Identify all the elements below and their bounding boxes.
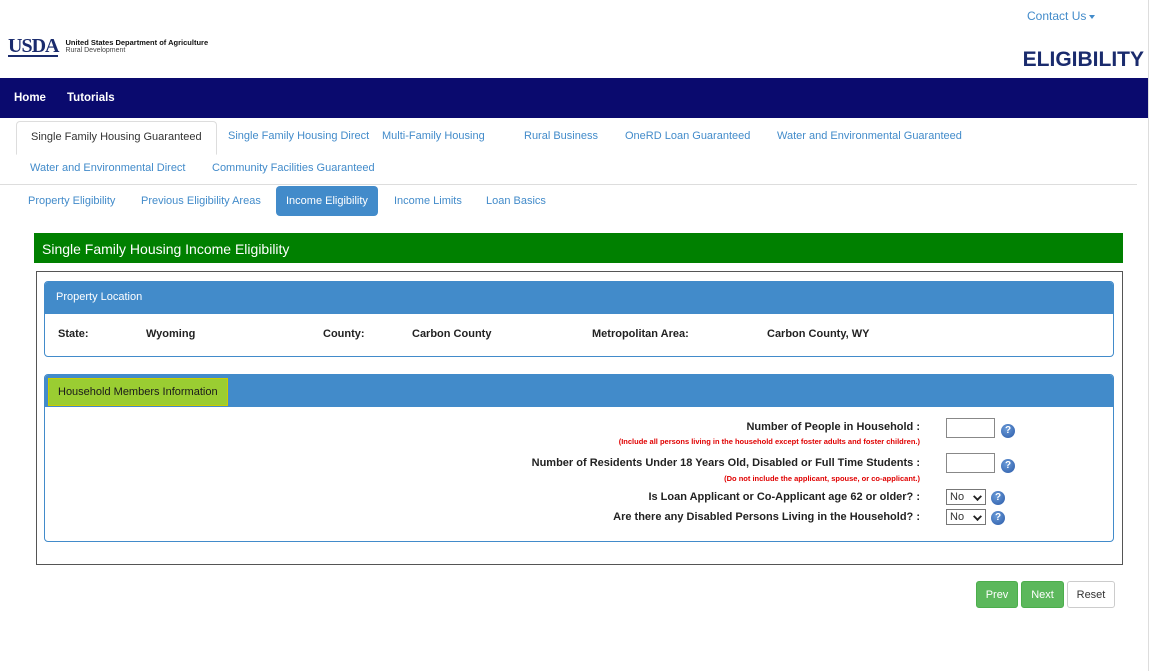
tab-sfh-direct[interactable]: Single Family Housing Direct xyxy=(228,130,369,142)
nav-tutorials[interactable]: Tutorials xyxy=(67,92,115,104)
tab-previous-eligibility[interactable]: Previous Eligibility Areas xyxy=(141,195,261,207)
county-label: County: xyxy=(323,328,365,340)
dependents-input[interactable] xyxy=(946,453,995,473)
agency-name-line2: Rural Development xyxy=(65,47,126,54)
usda-logo[interactable]: USDA United States Department of Agricul… xyxy=(8,35,208,57)
metro-value: Carbon County, WY xyxy=(767,328,870,340)
tab-income-eligibility[interactable]: Income Eligibility xyxy=(276,186,378,216)
dependents-label: Number of Residents Under 18 Years Old, … xyxy=(531,457,920,469)
chevron-down-icon xyxy=(973,492,982,501)
help-icon[interactable]: ? xyxy=(991,511,1005,525)
page-border xyxy=(1148,0,1149,671)
tab-water-env-guaranteed[interactable]: Water and Environmental Guaranteed xyxy=(777,130,962,142)
page-title: Single Family Housing Income Eligibility xyxy=(34,233,1123,263)
agency-name-line1: United States Department of Agriculture xyxy=(65,38,209,47)
panel-heading: Household Members Information xyxy=(45,375,1113,407)
panel-heading: Property Location xyxy=(45,282,1113,314)
age-62-label: Is Loan Applicant or Co-Applicant age 62… xyxy=(648,491,920,503)
main-navbar: Home Tutorials xyxy=(0,78,1148,118)
tab-income-limits[interactable]: Income Limits xyxy=(394,195,462,207)
tab-multi-family[interactable]: Multi-Family Housing xyxy=(382,130,485,142)
tab-sfh-guaranteed[interactable]: Single Family Housing Guaranteed xyxy=(16,121,217,155)
site-title: ELIGIBILITY xyxy=(1022,48,1144,71)
nav-home[interactable]: Home xyxy=(14,92,46,104)
disabled-persons-label: Are there any Disabled Persons Living in… xyxy=(613,511,920,523)
help-icon[interactable]: ? xyxy=(991,491,1005,505)
metro-label: Metropolitan Area: xyxy=(592,328,689,340)
household-size-note: (Include all persons living in the house… xyxy=(618,437,920,446)
property-location-panel: Property Location xyxy=(44,281,1114,357)
household-heading: Household Members Information xyxy=(48,378,228,406)
caret-down-icon xyxy=(1089,14,1096,19)
tab-rural-business[interactable]: Rural Business xyxy=(524,130,598,142)
contact-us-dropdown[interactable]: Contact Us xyxy=(1027,9,1096,23)
tab-property-eligibility[interactable]: Property Eligibility xyxy=(28,195,115,207)
county-value: Carbon County xyxy=(412,328,492,340)
usda-logo-mark: USDA xyxy=(8,35,59,57)
dependents-note: (Do not include the applicant, spouse, o… xyxy=(724,474,920,483)
state-value: Wyoming xyxy=(146,328,196,340)
tab-community-facilities[interactable]: Community Facilities Guaranteed xyxy=(212,162,375,174)
tab-loan-basics[interactable]: Loan Basics xyxy=(486,195,546,207)
reset-button[interactable]: Reset xyxy=(1067,581,1115,608)
next-button[interactable]: Next xyxy=(1021,581,1064,608)
agency-name: United States Department of Agriculture … xyxy=(65,39,208,55)
tab-water-env-direct[interactable]: Water and Environmental Direct xyxy=(30,162,186,174)
help-icon[interactable]: ? xyxy=(1001,459,1015,473)
chevron-down-icon xyxy=(973,512,982,521)
state-label: State: xyxy=(58,328,89,340)
age-62-select[interactable]: No xyxy=(946,489,986,505)
disabled-persons-select[interactable]: No xyxy=(946,509,986,525)
prev-button[interactable]: Prev xyxy=(976,581,1018,608)
household-size-input[interactable] xyxy=(946,418,995,438)
program-tabs: Single Family Housing Guaranteed Single … xyxy=(0,119,1137,185)
household-size-label: Number of People in Household : xyxy=(746,421,920,433)
help-icon[interactable]: ? xyxy=(1001,424,1015,438)
tab-onerd-loan[interactable]: OneRD Loan Guaranteed xyxy=(625,130,750,142)
